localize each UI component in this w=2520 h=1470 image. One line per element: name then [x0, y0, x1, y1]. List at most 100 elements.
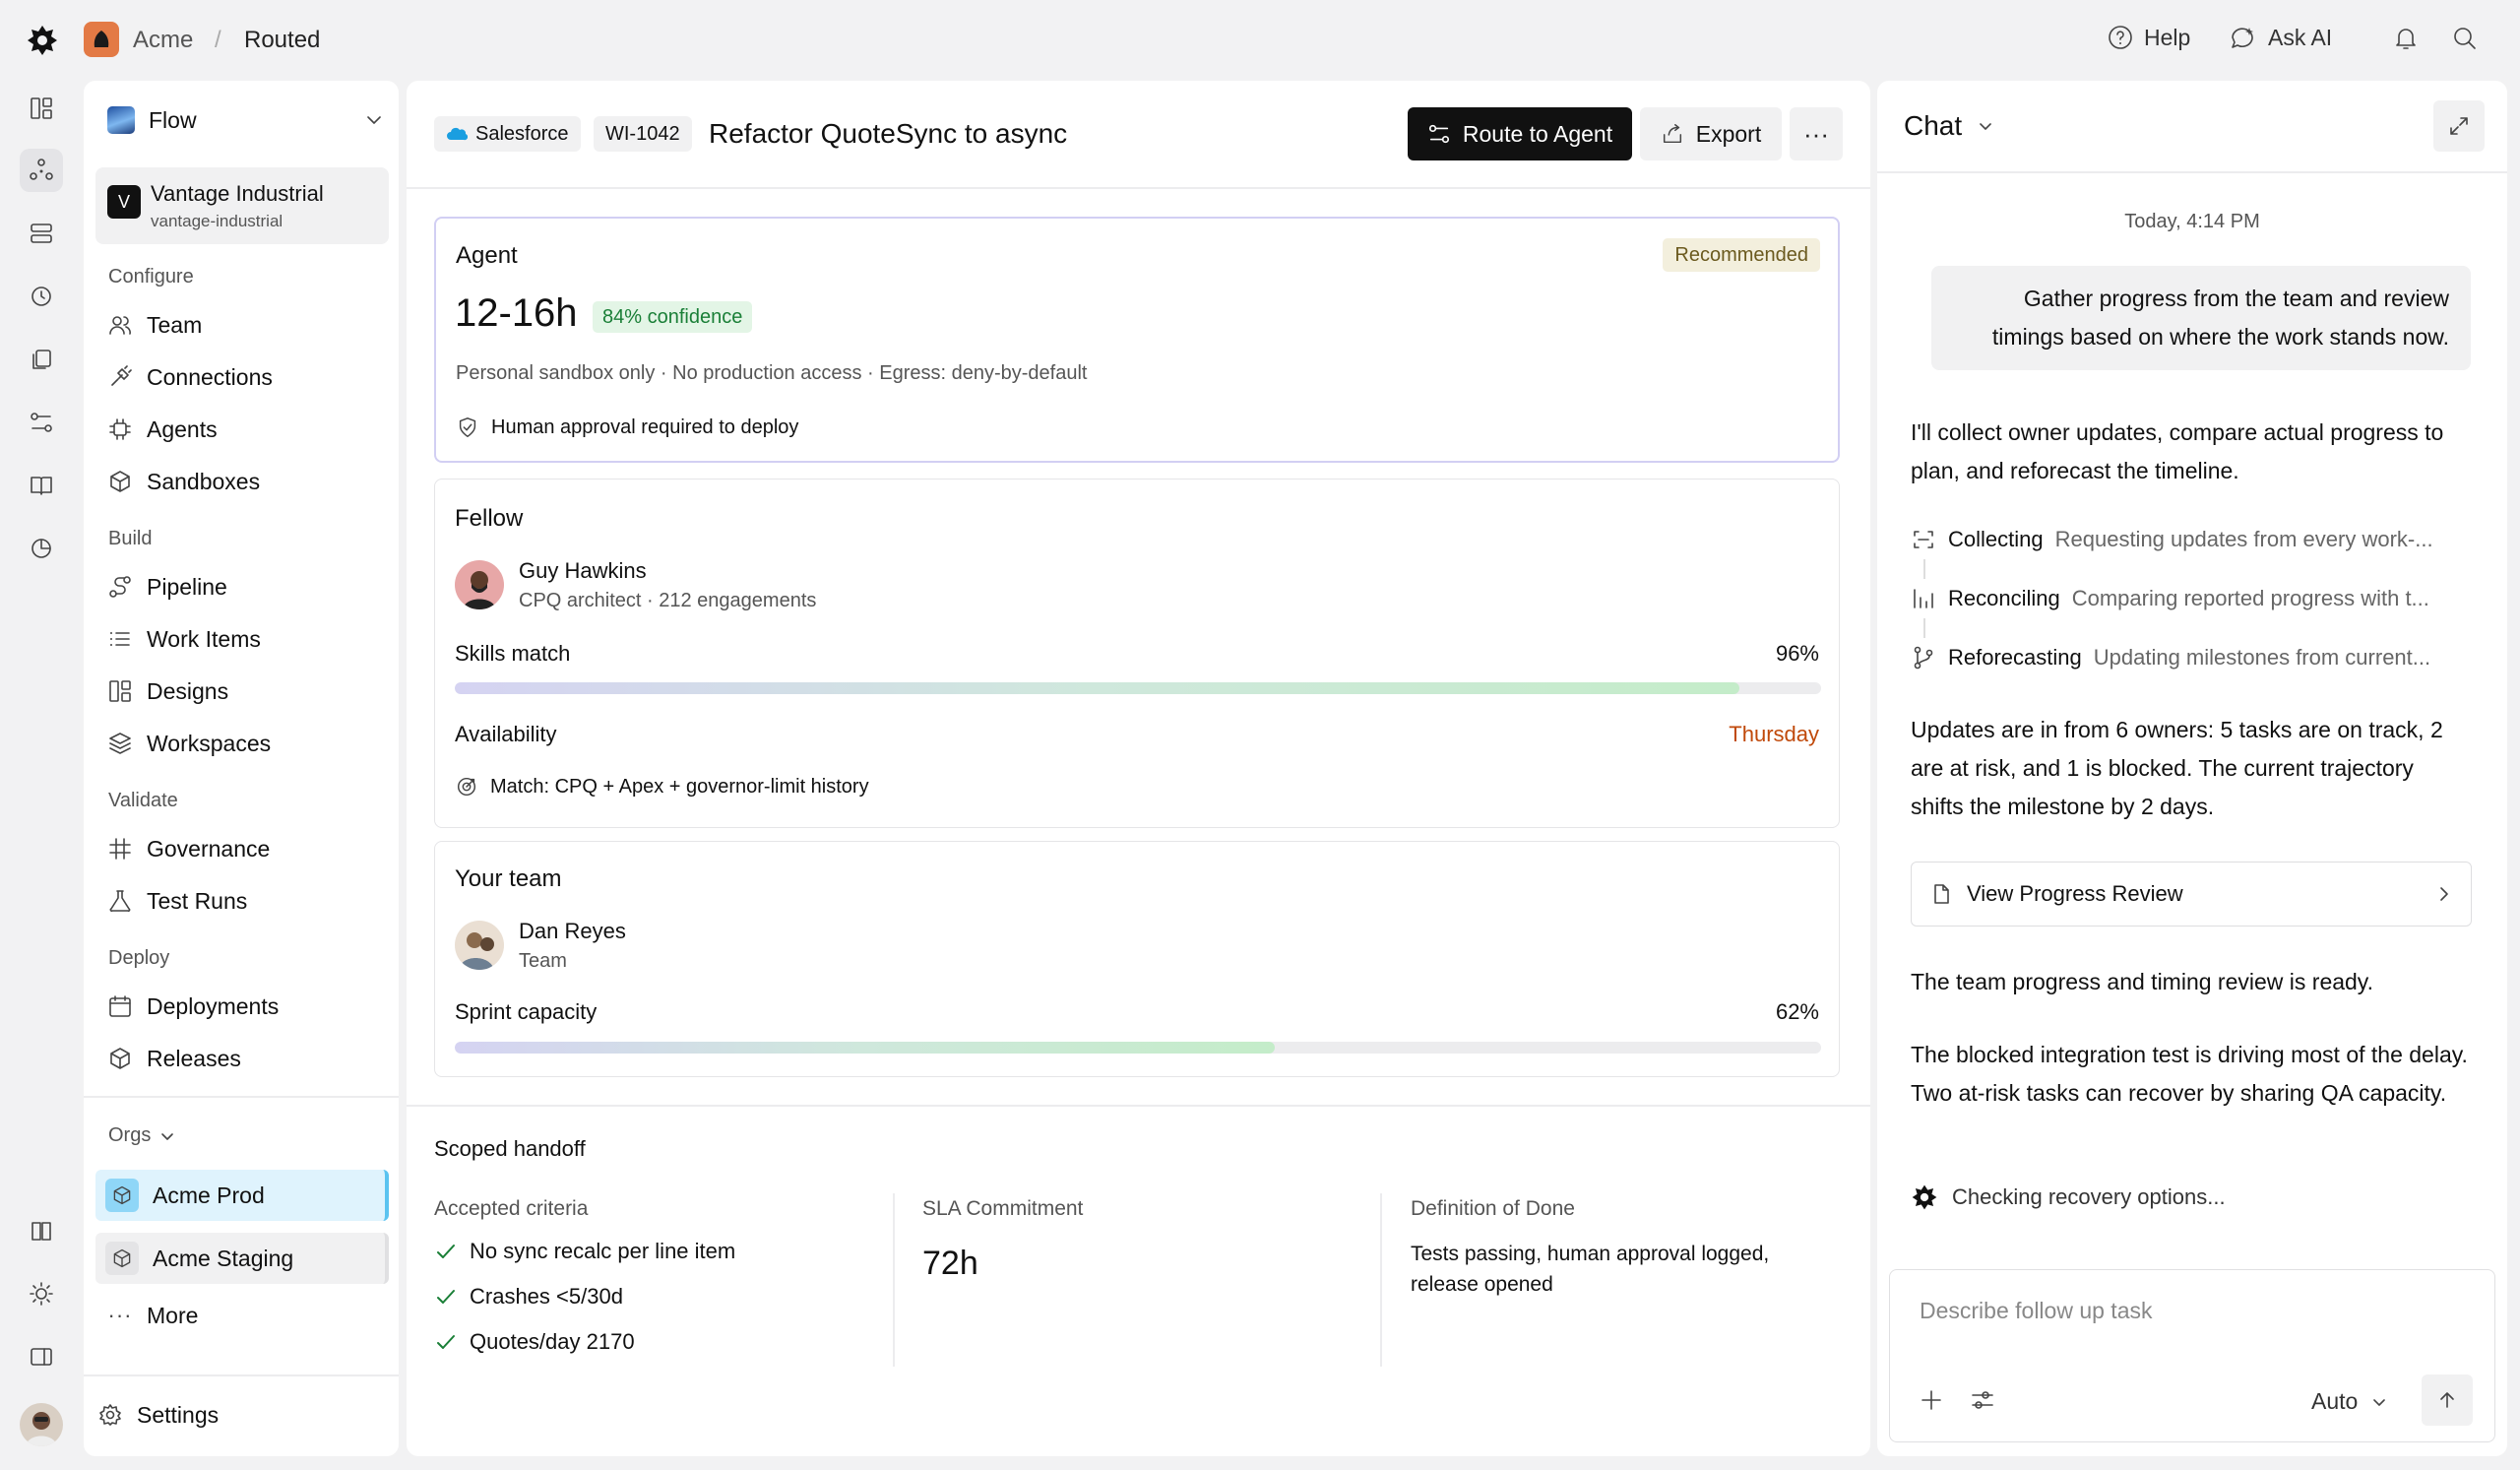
breadcrumb-page: Routed	[244, 27, 321, 53]
sprint-capacity-value: 62%	[1775, 999, 1819, 1024]
org-acme-staging[interactable]: Acme Staging	[95, 1233, 389, 1284]
sidebar-item-label: Releases	[147, 1045, 241, 1071]
team-avatar	[455, 921, 504, 970]
availability-label: Availability	[455, 722, 557, 746]
rail-docs-icon[interactable]	[20, 464, 63, 507]
team-card[interactable]: Your team Dan Reyes Team Sprint capacity…	[434, 841, 1840, 1077]
fellow-name: Guy Hawkins	[519, 558, 647, 583]
sidebar-item-label: Sandboxes	[147, 468, 261, 494]
user-avatar[interactable]	[20, 1403, 63, 1446]
team-title: Your team	[455, 865, 562, 892]
rail-copy-icon[interactable]	[20, 338, 63, 381]
view-progress-review-card[interactable]: View Progress Review	[1911, 862, 2472, 927]
sidebar-item-deployments[interactable]: Deployments	[107, 987, 279, 1026]
help-button[interactable]: Help	[2107, 24, 2190, 51]
source-label: Salesforce	[475, 122, 569, 145]
cpu-icon	[109, 418, 131, 440]
sidebar-item-workspaces[interactable]: Workspaces	[107, 724, 271, 763]
app-logo-icon[interactable]	[26, 24, 59, 57]
sidebar-item-sandboxes[interactable]: Sandboxes	[107, 462, 260, 501]
rail-book-icon[interactable]	[20, 1209, 63, 1252]
arrow-up-icon	[2440, 1392, 2454, 1408]
org-name: Acme Prod	[153, 1182, 265, 1208]
step-connector	[1923, 559, 1925, 579]
agent-constraints: Personal sandbox only · No production ac…	[456, 362, 1088, 384]
sidebar-item-releases[interactable]: Releases	[107, 1039, 241, 1078]
export-label: Export	[1695, 120, 1762, 147]
divider	[407, 187, 1870, 189]
sidebar-item-more[interactable]: ··· More	[107, 1296, 199, 1335]
step-name: Reforecasting	[1948, 645, 2082, 670]
main-panel: Salesforce WI-1042 Refactor QuoteSync to…	[407, 81, 1870, 1456]
add-attachment-icon[interactable]	[1918, 1386, 1945, 1414]
skills-match-value: 96%	[1775, 641, 1819, 666]
target-icon	[457, 777, 476, 797]
team-member-name: Dan Reyes	[519, 919, 626, 943]
rail-routes-icon[interactable]	[20, 401, 63, 444]
rail-dashboard-icon[interactable]	[20, 87, 63, 130]
sidebar-item-agents[interactable]: Agents	[107, 410, 218, 449]
work-item-id[interactable]: WI-1042	[594, 116, 692, 152]
sidebar-item-label: Connections	[147, 363, 273, 390]
more-options-icon[interactable]: ···	[1790, 107, 1843, 160]
agent-card[interactable]: Agent Recommended 12-16h 84% confidence …	[434, 217, 1840, 463]
sidebar-item-label: Designs	[147, 677, 229, 704]
orgs-toggle[interactable]: Orgs	[108, 1124, 176, 1147]
cube-icon	[113, 1248, 131, 1268]
step-desc: Updating milestones from current...	[2093, 645, 2431, 670]
assistant-reply-intro: I'll collect owner updates, compare actu…	[1911, 419, 2444, 483]
rail-panel-toggle-icon[interactable]	[20, 1335, 63, 1378]
sidebar-item-governance[interactable]: Governance	[107, 829, 270, 868]
sidebar-item-work-items[interactable]: Work Items	[107, 619, 261, 659]
section-validate: Validate	[108, 790, 178, 811]
section-configure: Configure	[108, 266, 194, 288]
sidebar-item-designs[interactable]: Designs	[107, 671, 228, 711]
rail-history-icon[interactable]	[20, 275, 63, 318]
export-button[interactable]: Export	[1640, 107, 1782, 160]
list-icon	[110, 632, 130, 646]
source-tag[interactable]: Salesforce	[434, 116, 581, 152]
sprint-capacity-label: Sprint capacity	[455, 999, 598, 1024]
model-selector[interactable]: Auto	[2311, 1388, 2389, 1415]
account-name: Vantage Industrial	[151, 181, 324, 206]
spinner-logo-icon	[1912, 1184, 1937, 1210]
sidebar-item-connections[interactable]: Connections	[107, 357, 273, 397]
org-name: Acme Staging	[153, 1245, 294, 1271]
chat-title-dropdown[interactable]: Chat	[1904, 110, 1995, 142]
route-to-agent-button[interactable]: Route to Agent	[1408, 107, 1632, 160]
step-desc: Requesting updates from every work-...	[2054, 527, 2433, 551]
rail-servers-icon[interactable]	[20, 212, 63, 255]
sidebar-item-test-runs[interactable]: Test Runs	[107, 881, 247, 921]
org-avatar[interactable]	[84, 22, 119, 57]
follow-up-input[interactable]: Describe follow up task	[1920, 1298, 2153, 1324]
divider	[1877, 171, 2507, 173]
layers-icon	[109, 733, 131, 754]
sidebar-item-label: Agents	[147, 415, 218, 442]
org-acme-prod[interactable]: Acme Prod	[95, 1170, 389, 1221]
sidebar-item-settings[interactable]: Settings	[97, 1395, 219, 1435]
account-card[interactable]: V Vantage Industrial vantage-industrial	[95, 167, 389, 244]
rail-theme-sun-icon[interactable]	[20, 1272, 63, 1315]
composer[interactable]: Describe follow up task Auto	[1889, 1269, 2495, 1442]
sidebar-item-label: More	[147, 1302, 199, 1328]
sidebar-item-pipeline[interactable]: Pipeline	[107, 567, 227, 607]
view-progress-review-label: View Progress Review	[1967, 881, 2183, 906]
search-icon[interactable]	[2451, 25, 2479, 52]
breadcrumb-org[interactable]: Acme	[133, 27, 193, 54]
fellow-card[interactable]: Fellow Guy Hawkins CPQ architect · 212 e…	[434, 479, 1840, 828]
sidebar-item-team[interactable]: Team	[107, 305, 202, 345]
chat-bubble-icon	[2232, 28, 2253, 48]
expand-icon[interactable]	[2433, 100, 2485, 152]
notifications-bell-icon[interactable]	[2392, 25, 2420, 52]
chevron-down-icon	[367, 116, 381, 124]
criteria-item: Quotes/day 2170	[434, 1329, 635, 1355]
settings-sliders-icon[interactable]	[1969, 1386, 1996, 1414]
model-label: Auto	[2311, 1388, 2359, 1414]
rail-flow-icon[interactable]	[20, 149, 63, 192]
sla-value: 72h	[922, 1245, 978, 1282]
send-button[interactable]	[2422, 1374, 2473, 1426]
ask-ai-button[interactable]: Ask AI	[2229, 24, 2332, 51]
workspace-switcher[interactable]: Flow	[107, 98, 385, 142]
package-icon	[110, 1048, 130, 1069]
rail-analytics-icon[interactable]	[20, 527, 63, 570]
